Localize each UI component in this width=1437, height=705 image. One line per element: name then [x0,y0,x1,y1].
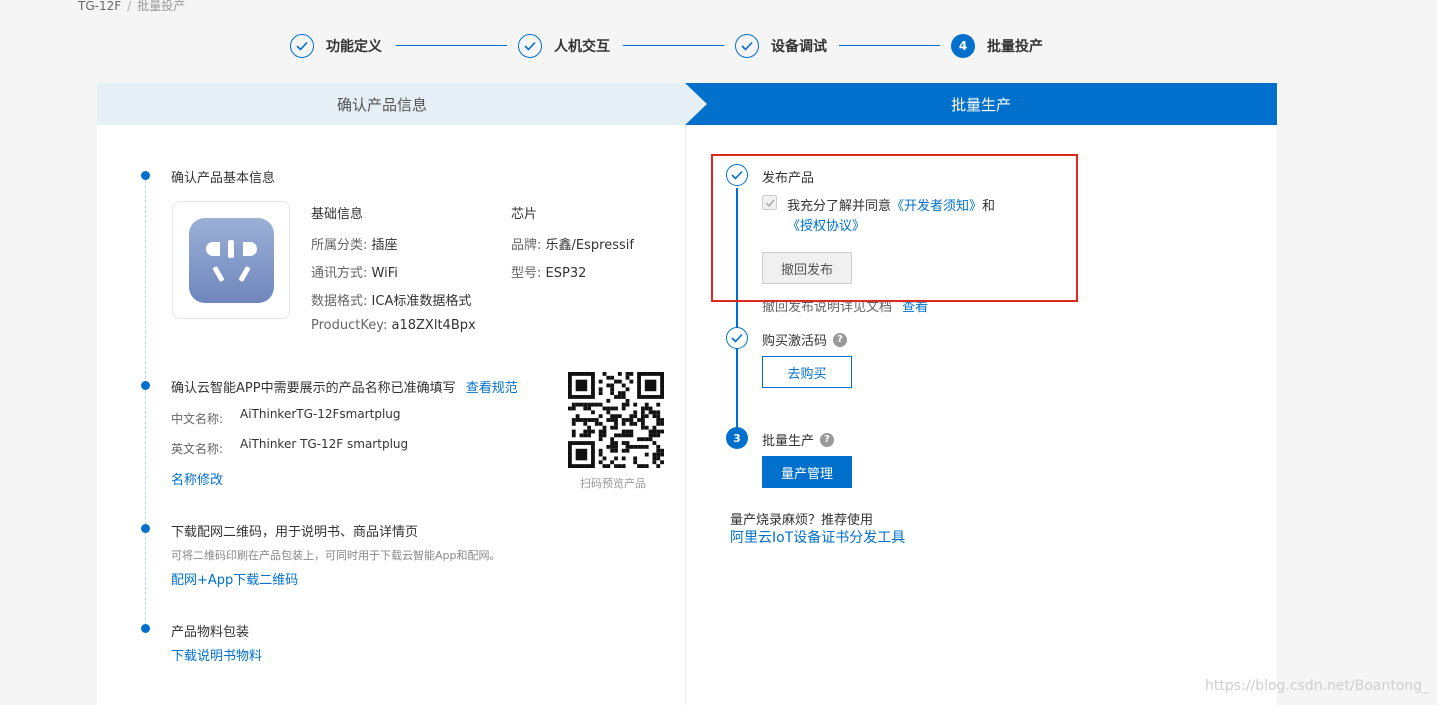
qr-caption: 扫码预览产品 [580,477,646,490]
help-icon[interactable]: ? [833,332,848,347]
model-value: ESP32 [545,266,587,281]
check-icon [735,34,759,58]
timeline-line [145,175,146,630]
timeline-dot [141,524,150,533]
brand-row: 品牌: 乐鑫/Espressif [511,234,634,253]
brand-value: 乐鑫/Espressif [545,238,634,253]
socket-icon [188,217,274,303]
section-app-name-title: 确认云智能APP中需要展示的产品名称已准确填写 查看规范 [171,377,518,396]
mass-title-text: 批量生产 [762,434,815,449]
cert-tool-link[interactable]: 阿里云IoT设备证书分发工具 [730,527,905,547]
product-image [172,201,290,319]
step-number: 4 [951,34,975,58]
comm-value: WiFi [371,266,398,281]
step-4: 4 批量投产 [951,34,1043,58]
breadcrumb: TG-12F / 批量投产 [78,0,185,14]
tool-tip: 量产烧录麻烦？推荐使用 [730,513,874,528]
category-label: 所属分类: [311,238,368,253]
cn-name-label: 中文名称: [171,412,224,426]
en-name-label: 英文名称: [171,442,224,456]
section-app-name-text: 确认云智能APP中需要展示的产品名称已准确填写 [171,381,456,396]
download-qr-hint: 可将二维码印刷在产品包装上，可同时用于下载云智能App和配网。 [171,549,501,562]
breadcrumb-separator: / [127,0,132,13]
tab-mass-production[interactable]: 批量生产 [685,83,1277,125]
step-label: 设备调试 [771,39,827,55]
mass-title: 批量生产? [762,430,835,449]
step-label: 批量投产 [987,39,1043,55]
download-qr-link[interactable]: 配网+App下载二维码 [171,569,298,588]
panel-divider [685,125,686,705]
productkey-label: ProductKey: [311,318,388,333]
format-label: 数据格式: [311,294,368,309]
comm-label: 通讯方式: [311,266,368,281]
qr-code [567,372,665,468]
buy-button[interactable]: 去购买 [762,356,852,388]
check-icon [726,327,748,349]
download-manual-link[interactable]: 下载说明书物料 [171,645,262,664]
buy-title-text: 购买激活码 [762,334,828,349]
format-row: 数据格式: ICA标准数据格式 [311,290,471,309]
comm-row: 通讯方式: WiFi [311,262,398,281]
revoke-note-text: 撤回发布说明详见文档 [762,300,893,315]
check-icon [290,34,314,58]
productkey-value: a18ZXlt4Bpx [391,318,476,333]
view-doc-link[interactable]: 查看 [902,300,928,315]
step-3: 设备调试 [735,34,827,58]
step-label: 人机交互 [554,39,610,55]
category-row: 所属分类: 插座 [311,234,398,253]
qr-code-image [568,372,664,468]
step-number-badge: 3 [726,427,748,449]
step-connector [623,45,724,46]
section-packaging-title: 产品物料包装 [171,625,250,640]
category-value: 插座 [371,238,398,253]
step-connector [396,45,507,46]
basic-info-header: 基础信息 [311,207,364,222]
model-row: 型号: ESP32 [511,262,586,281]
edit-name-link[interactable]: 名称修改 [171,469,223,488]
format-value: ICA标准数据格式 [371,294,472,309]
buy-title: 购买激活码? [762,330,848,349]
chip-header: 芯片 [511,207,538,222]
view-spec-link[interactable]: 查看规范 [466,381,518,396]
timeline-dot [141,171,150,180]
step-2: 人机交互 [518,34,610,58]
tab-confirm-info[interactable]: 确认产品信息 [97,83,707,125]
model-label: 型号: [511,266,542,281]
timeline-dot [141,381,150,390]
step-1: 功能定义 [290,34,382,58]
highlight-box [711,154,1078,302]
watermark: https://blog.csdn.net/Boantong_ [1205,678,1430,694]
check-icon [518,34,542,58]
breadcrumb-parent[interactable]: TG-12F [78,0,121,13]
cn-name-value: AiThinkerTG-12Fsmartplug [240,407,401,421]
section-basic-info-title: 确认产品基本信息 [171,171,276,186]
step-label: 功能定义 [326,39,382,55]
section-download-qr-title: 下载配网二维码，用于说明书、商品详情页 [171,525,419,540]
productkey-row: ProductKey: a18ZXlt4Bpx [311,318,476,333]
brand-label: 品牌: [511,238,542,253]
timeline-dot [141,624,150,633]
breadcrumb-current: 批量投产 [137,0,186,13]
step-connector [839,45,940,46]
help-icon[interactable]: ? [820,432,835,447]
en-name-value: AiThinker TG-12F smartplug [240,437,409,451]
mass-manage-button[interactable]: 量产管理 [762,456,852,488]
